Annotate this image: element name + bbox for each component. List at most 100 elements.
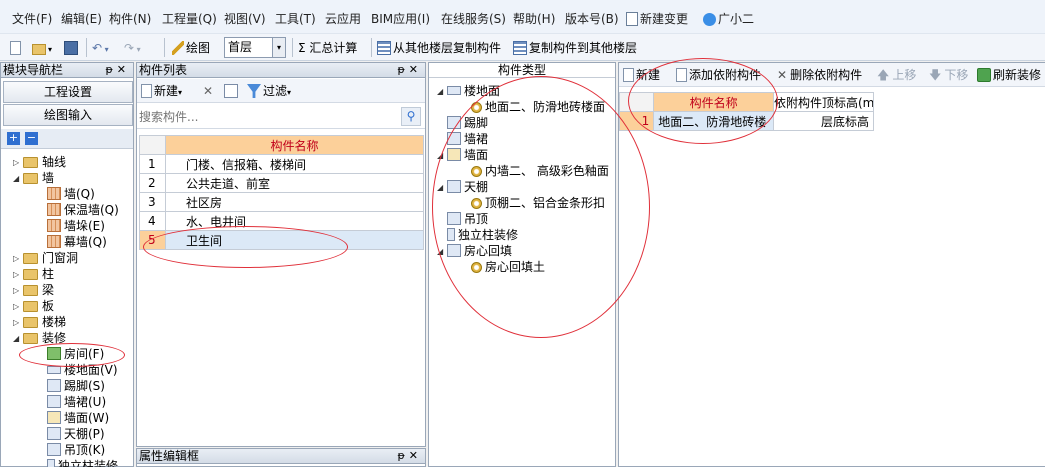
drawing-input-button[interactable]: 绘图输入: [3, 104, 133, 126]
skirting-icon: [447, 116, 461, 129]
tree-item-beam[interactable]: ▷ 梁: [13, 282, 54, 298]
new-component-button[interactable]: 新建▾: [141, 82, 182, 100]
add-attached-button[interactable]: 添加依附构件: [676, 66, 761, 84]
tree-item-axis[interactable]: ▷ 轴线: [13, 154, 66, 170]
tree-item-slab[interactable]: ▷ 板: [13, 298, 54, 314]
property-edit-panel: 属性编辑框 ᵽ✕: [136, 448, 426, 467]
type-item-ceiling[interactable]: ◢ 天棚: [437, 179, 488, 195]
expand-all-icon[interactable]: +: [7, 132, 20, 145]
delete-icon[interactable]: ✕: [203, 82, 213, 100]
copy-to-floor-button[interactable]: 复制构件到其他楼层: [513, 39, 637, 57]
table-row-selected[interactable]: 5 卫生间: [139, 230, 424, 250]
panel-pin-close-icons[interactable]: ᵽ✕: [397, 449, 422, 463]
menu-component[interactable]: 构件(N): [109, 10, 151, 27]
column-header-name: 构件名称: [653, 92, 774, 112]
tree-item-skirting[interactable]: 踢脚(S): [47, 378, 105, 394]
move-down-button[interactable]: 🡇 下移: [929, 66, 968, 84]
tree-item-ceiling[interactable]: 天棚(P): [47, 426, 105, 442]
type-item-ceiling-2[interactable]: 顶棚二、铝合金条形扣: [471, 195, 605, 211]
attached-new-button[interactable]: 新建: [623, 66, 660, 84]
table-row[interactable]: 1 门楼、信报箱、楼梯间: [139, 154, 424, 174]
tree-item-wall-q[interactable]: 墙(Q): [47, 186, 95, 202]
tree-item-column[interactable]: ▷ 柱: [13, 266, 54, 282]
floor-icon: [447, 86, 461, 95]
menu-tools[interactable]: 工具(T): [275, 10, 316, 27]
redo-icon[interactable]: ↷ ▾: [124, 39, 141, 57]
floor-select[interactable]: 首层 ▾: [224, 37, 286, 58]
summary-calc-button[interactable]: Σ 汇总计算: [298, 39, 357, 57]
type-item-backfill[interactable]: ◢ 房心回填: [437, 243, 512, 259]
tree-item-room[interactable]: 房间(F): [47, 346, 104, 362]
menu-new-change[interactable]: 新建变更: [626, 10, 688, 27]
table-row[interactable]: 2 公共走道、前室: [139, 173, 424, 193]
folder-icon: [23, 253, 38, 264]
panel-pin-close-icons[interactable]: ᵽ✕: [397, 63, 422, 77]
menu-bim[interactable]: BIM应用(I): [371, 10, 430, 27]
undo-icon[interactable]: ↶ ▾: [92, 39, 109, 57]
tree-item-floor[interactable]: 楼地面(V): [47, 362, 118, 378]
table-row[interactable]: 1 地面二、防滑地砖楼 层底标高: [618, 111, 874, 131]
gear-icon: [471, 102, 482, 113]
menu-help[interactable]: 帮助(H): [513, 10, 555, 27]
copy-icon[interactable]: [224, 82, 240, 100]
menu-online[interactable]: 在线服务(S): [441, 10, 506, 27]
delete-icon: ✕: [777, 68, 788, 82]
tree-item-wall-pier[interactable]: 墙垛(E): [47, 218, 105, 234]
tree-item-decoration[interactable]: ◢ 装修: [13, 330, 66, 346]
type-item-inner-wall-2[interactable]: 内墙二、 高级彩色釉面: [471, 163, 609, 179]
project-settings-button[interactable]: 工程设置: [3, 81, 133, 103]
menu-guangxiaoer[interactable]: 广小二: [703, 10, 754, 27]
panel-pin-close-icons[interactable]: ᵽ✕: [105, 63, 130, 77]
tree-item-stairs[interactable]: ▷ 楼梯: [13, 314, 66, 330]
menu-file[interactable]: 文件(F): [12, 10, 52, 27]
assistant-icon: [703, 13, 716, 26]
type-item-wall-surface[interactable]: ◢ 墙面: [437, 147, 488, 163]
menu-view[interactable]: 视图(V): [224, 10, 266, 27]
type-item-column-decoration[interactable]: 独立柱装修: [447, 227, 518, 243]
delete-attached-button[interactable]: ✕ 删除依附构件: [777, 66, 862, 84]
menu-cloud[interactable]: 云应用: [325, 10, 361, 27]
tree-item-wall[interactable]: ◢ 墙: [13, 170, 54, 186]
search-input[interactable]: [139, 107, 397, 126]
floor-icon: [47, 366, 61, 374]
gear-icon: [471, 166, 482, 177]
ceiling-icon: [447, 180, 461, 193]
draw-button[interactable]: 绘图: [172, 39, 210, 57]
insulation-wall-icon: [47, 203, 61, 216]
tree-item-openings[interactable]: ▷ 门窗洞: [13, 250, 78, 266]
tree-item-dado[interactable]: 墙裙(U): [47, 394, 106, 410]
type-item-dado[interactable]: 墙裙: [447, 131, 488, 147]
tree-item-curtain-wall[interactable]: 幕墙(Q): [47, 234, 107, 250]
tree-item-suspended-ceiling[interactable]: 吊顶(K): [47, 442, 105, 458]
collapse-all-icon[interactable]: −: [25, 132, 38, 145]
type-item-suspended-ceiling[interactable]: 吊顶: [447, 211, 488, 227]
tree-item-column-decoration[interactable]: 独立柱装修: [47, 458, 118, 467]
save-icon[interactable]: [64, 39, 80, 57]
menu-bar: 文件(F) 编辑(E) 构件(N) 工程量(Q) 视图(V) 工具(T) 云应用…: [0, 0, 1045, 34]
type-item-skirting[interactable]: 踢脚: [447, 115, 488, 131]
column-header-name: 构件名称: [165, 135, 424, 155]
move-up-button[interactable]: 🡅 上移: [877, 66, 916, 84]
table-row[interactable]: 4 水、电井间: [139, 211, 424, 231]
new-file-icon[interactable]: [10, 39, 23, 57]
tree-item-wall-surface[interactable]: 墙面(W): [47, 410, 109, 426]
type-item-floor[interactable]: ◢ 楼地面: [437, 83, 500, 99]
table-row[interactable]: 3 社区房: [139, 192, 424, 212]
menu-edit[interactable]: 编辑(E): [61, 10, 102, 27]
column-header-top-elevation: 依附构件顶标高(m: [773, 92, 874, 112]
type-item-backfill-soil[interactable]: 房心回填土: [471, 259, 545, 275]
arrow-up-icon: 🡅: [877, 68, 890, 82]
filter-button[interactable]: 过滤▾: [247, 82, 291, 100]
folder-icon: [23, 301, 38, 312]
open-folder-icon[interactable]: ▾: [32, 39, 52, 57]
copy-from-floor-button[interactable]: 从其他楼层复制构件: [377, 39, 501, 57]
dado-icon: [447, 132, 461, 145]
type-item-floor-2[interactable]: 地面二、防滑地砖楼面: [471, 99, 605, 115]
menu-version[interactable]: 版本号(B): [565, 10, 619, 27]
new-icon: [623, 68, 634, 82]
search-icon[interactable]: ⚲: [401, 107, 421, 126]
wall-pier-icon: [47, 219, 61, 232]
tree-item-insulation-wall[interactable]: 保温墙(Q): [47, 202, 119, 218]
refresh-decoration-button[interactable]: 刷新装修: [977, 66, 1041, 84]
menu-quantity[interactable]: 工程量(Q): [162, 10, 217, 27]
